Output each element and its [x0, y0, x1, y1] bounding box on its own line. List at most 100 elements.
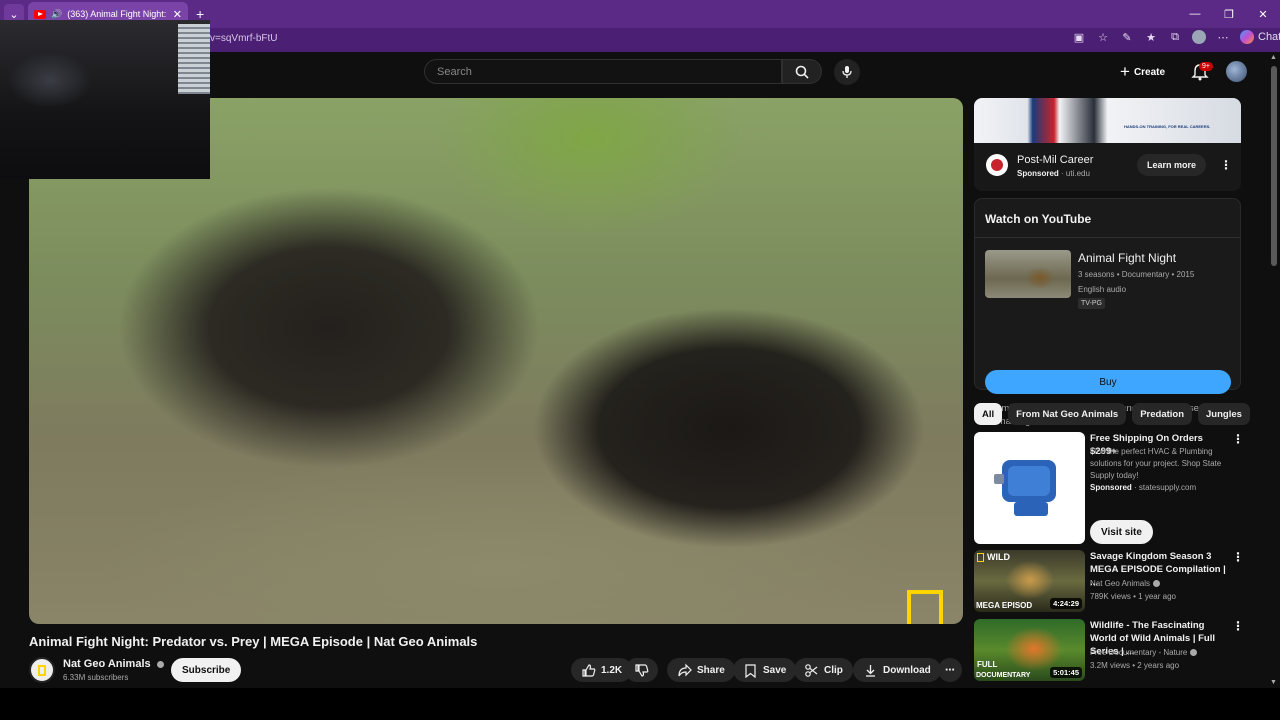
- tab-title: (363) Animal Fight Night: Pred: [67, 9, 168, 19]
- like-button[interactable]: 1.2K: [571, 658, 633, 682]
- bookmark-icon: [745, 663, 756, 678]
- chip-all[interactable]: All: [974, 403, 1003, 425]
- rec-channel-name: Free Documentary - Nature: [1090, 648, 1188, 657]
- video-title: Animal Fight Night: Predator vs. Prey | …: [29, 634, 478, 649]
- rec-item[interactable]: FULL DOCUMENTARY 5:01:45 Wildlife - The …: [974, 619, 1274, 681]
- rating-badge: TV-PG: [1078, 298, 1106, 309]
- thumbs-up-icon: [582, 663, 596, 677]
- ad-banner-image: HANDS-ON TRAINING, FOR REAL CAREERS.: [974, 98, 1241, 143]
- rec-channel-name: Nat Geo Animals: [1090, 579, 1151, 588]
- dislike-button[interactable]: [625, 658, 658, 682]
- rec-item[interactable]: WILD MEGA EPISOD 4:24:29 Savage Kingdom …: [974, 550, 1274, 612]
- channel-avatar[interactable]: [29, 657, 55, 683]
- natgeo-logo-icon: [977, 553, 984, 562]
- close-tab-icon[interactable]: ✕: [173, 8, 182, 21]
- channel-name[interactable]: Nat Geo Animals: [63, 658, 164, 670]
- visit-site-button[interactable]: Visit site: [1090, 520, 1153, 544]
- thumb-text-bottom: MEGA EPISOD: [976, 601, 1033, 610]
- uti-logo-icon: [986, 154, 1008, 176]
- duration-badge: 5:01:45: [1050, 667, 1082, 678]
- download-icon: [866, 664, 875, 677]
- chip-predation[interactable]: Predation: [1132, 403, 1193, 425]
- reader-mode-icon[interactable]: ▣: [1072, 31, 1086, 44]
- thumb-text-top: FULL: [977, 660, 998, 669]
- page-scrollbar[interactable]: ▲ ▼: [1268, 52, 1280, 688]
- sponsored-label: Sponsored: [1090, 483, 1132, 492]
- subscriber-count: 6.33M subscribers: [63, 673, 129, 682]
- plus-icon: +: [1120, 62, 1130, 81]
- watch-on-header: Watch on YouTube: [985, 212, 1092, 226]
- rec-channel[interactable]: Nat Geo Animals: [1090, 578, 1230, 590]
- rec-stats: 3.2M views • 2 years ago: [1090, 661, 1180, 670]
- share-button[interactable]: Share: [667, 658, 735, 682]
- video-thumbnail[interactable]: FULL DOCUMENTARY 5:01:45: [974, 619, 1085, 681]
- download-button[interactable]: Download: [853, 658, 941, 682]
- show-meta: 3 seasons • Documentary • 2015: [1078, 270, 1195, 279]
- buy-button[interactable]: Buy: [985, 370, 1231, 394]
- save-button[interactable]: Save: [733, 658, 797, 682]
- ad-domain: uti.edu: [1065, 169, 1090, 178]
- scroll-up-icon[interactable]: ▲: [1270, 54, 1277, 61]
- profile-avatar-icon[interactable]: [1192, 30, 1206, 44]
- rec-more-icon[interactable]: ⋮: [1232, 619, 1244, 633]
- restore-icon[interactable]: ❐: [1212, 0, 1246, 28]
- rec-more-icon[interactable]: ⋮: [1232, 550, 1244, 564]
- ad-more-icon[interactable]: ⋮: [1220, 158, 1232, 172]
- url-text[interactable]: v=sqVmrf-bFtU: [210, 33, 278, 44]
- voice-search-button[interactable]: [834, 59, 860, 85]
- channel-name-text: Nat Geo Animals: [63, 658, 151, 670]
- rec-domain: statesupply.com: [1138, 483, 1197, 492]
- favorite-star-icon[interactable]: ☆: [1096, 31, 1110, 44]
- clip-button[interactable]: Clip: [794, 658, 853, 682]
- filter-chips: All From Nat Geo Animals Predation Jungl…: [974, 403, 1250, 425]
- favorites-icon[interactable]: ★: [1144, 31, 1158, 44]
- chip-from-channel[interactable]: From Nat Geo Animals: [1008, 403, 1127, 425]
- duration-badge: 4:24:29: [1050, 598, 1082, 609]
- speaker-icon[interactable]: 🔊: [51, 9, 62, 20]
- create-button[interactable]: + Create: [1120, 62, 1165, 82]
- scrollbar-thumb[interactable]: [1271, 66, 1277, 266]
- subscribe-button[interactable]: Subscribe: [171, 658, 242, 682]
- sponsored-ad-card[interactable]: HANDS-ON TRAINING, FOR REAL CAREERS. Pos…: [974, 98, 1241, 191]
- rec-channel[interactable]: Free Documentary - Nature: [1090, 647, 1230, 659]
- copilot-chat-button[interactable]: Chat: [1240, 30, 1280, 44]
- download-label: Download: [883, 664, 931, 676]
- ad-meta: Sponsored · uti.edu: [1017, 169, 1090, 178]
- collections-icon[interactable]: ⧉: [1168, 31, 1182, 44]
- close-window-icon[interactable]: ✕: [1246, 0, 1280, 28]
- show-thumbnail[interactable]: [985, 250, 1071, 298]
- extension-icon[interactable]: ✎: [1120, 31, 1134, 44]
- window-blinds: [178, 24, 210, 94]
- chip-jungles[interactable]: Jungles: [1198, 403, 1250, 425]
- window-controls: — ❐ ✕: [1178, 0, 1280, 28]
- microphone-icon: [842, 66, 852, 78]
- search-button[interactable]: [782, 59, 822, 84]
- account-avatar[interactable]: [1226, 61, 1247, 82]
- ad-title: Post-Mil Career: [1017, 154, 1094, 166]
- product-thumbnail[interactable]: [974, 432, 1085, 544]
- sponsored-label: Sponsored: [1017, 169, 1059, 178]
- watch-on-youtube-card: Watch on YouTube Animal Fight Night 3 se…: [974, 198, 1241, 427]
- webcam-overlay: [0, 20, 210, 179]
- minimize-icon[interactable]: —: [1178, 0, 1212, 28]
- like-count: 1.2K: [601, 664, 623, 676]
- show-title[interactable]: Animal Fight Night: [1078, 251, 1176, 265]
- toolbar-icons: ▣ ☆ ✎ ★ ⧉ ⋯ Chat: [1072, 30, 1280, 44]
- divider: [975, 237, 1240, 238]
- video-thumbnail[interactable]: WILD MEGA EPISOD 4:24:29: [974, 550, 1085, 612]
- verified-check-icon: [1190, 649, 1198, 657]
- learn-more-button[interactable]: Learn more: [1137, 154, 1207, 176]
- more-actions-button[interactable]: ⋯: [938, 658, 962, 682]
- more-menu-icon[interactable]: ⋯: [1216, 31, 1230, 44]
- verified-check-icon: [1153, 580, 1161, 588]
- sponsored-rec-item[interactable]: Free Shipping On Orders $299+ Find the p…: [974, 432, 1274, 544]
- thumbs-down-icon: [635, 663, 649, 677]
- search-input[interactable]: Search: [424, 59, 782, 84]
- scroll-down-icon[interactable]: ▼: [1270, 679, 1277, 686]
- rec-more-icon[interactable]: ⋮: [1232, 432, 1244, 446]
- notification-count-badge: 9+: [1199, 62, 1213, 71]
- natgeo-watermark-icon: [907, 590, 943, 624]
- thumb-text-bottom: DOCUMENTARY: [976, 672, 1031, 679]
- share-label: Share: [697, 664, 725, 676]
- show-audio: English audio: [1078, 285, 1127, 294]
